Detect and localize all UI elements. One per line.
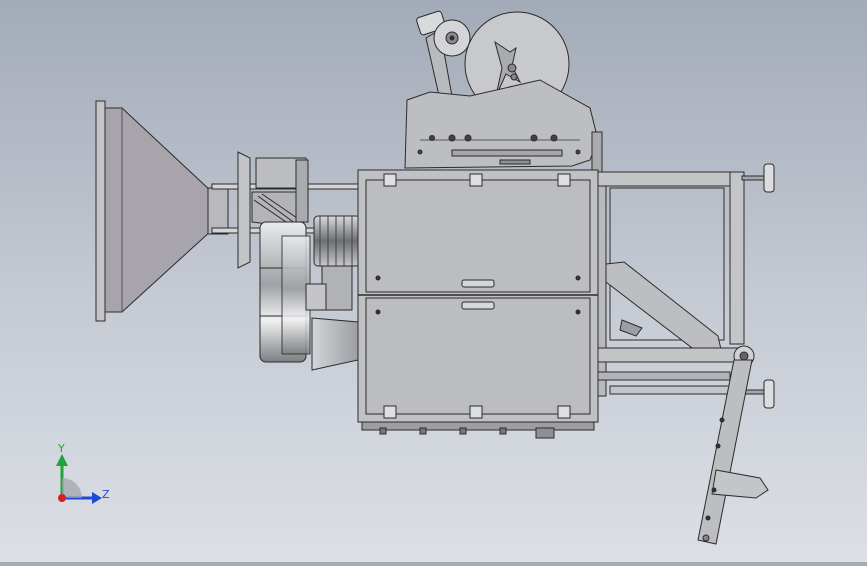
upper-frame-plate — [404, 79, 603, 181]
hopper-cone — [95, 100, 229, 322]
drive-motor — [305, 215, 361, 311]
leveling-foot-bottom — [763, 379, 775, 409]
cad-viewport[interactable]: Y Z — [0, 0, 867, 562]
pulley-stack — [259, 221, 311, 363]
coordinate-triad: Y Z — [56, 442, 110, 504]
discharge-cone — [311, 317, 359, 371]
leveling-foot-top — [763, 163, 775, 193]
triad-z-label: Z — [102, 488, 110, 501]
triad-y-label: Y — [57, 442, 65, 455]
main-box — [357, 169, 599, 439]
